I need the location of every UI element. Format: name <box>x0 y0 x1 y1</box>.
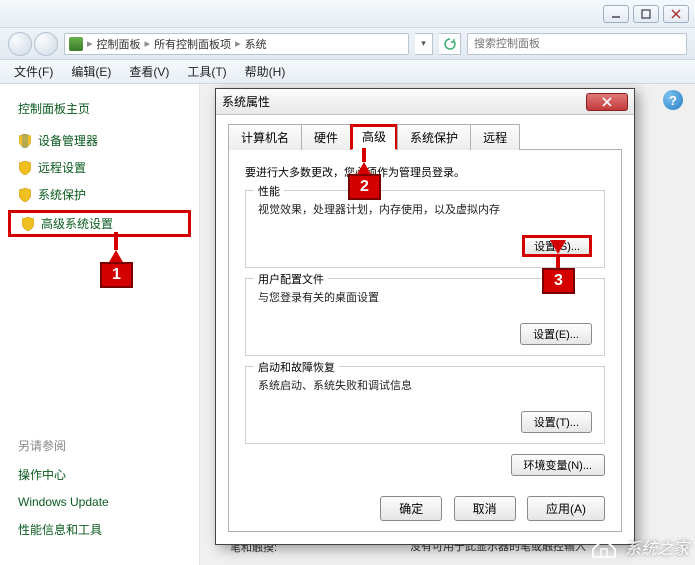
minimize-button[interactable] <box>603 5 629 23</box>
dialog-title: 系统属性 <box>222 93 270 110</box>
shield-icon <box>21 217 35 231</box>
performance-settings-button[interactable]: 设置(S)... <box>522 235 592 257</box>
cancel-button[interactable]: 取消 <box>454 496 516 521</box>
breadcrumb-seg[interactable]: 所有控制面板项 <box>150 36 235 52</box>
sidebar-item-label: 高级系统设置 <box>41 215 113 232</box>
menu-tools[interactable]: 工具(T) <box>187 63 226 80</box>
startup-title: 启动和故障恢复 <box>254 359 339 375</box>
dialog-tabs: 计算机名 硬件 高级 系统保护 远程 <box>228 123 622 150</box>
system-properties-dialog: 系统属性 计算机名 硬件 高级 系统保护 远程 要进行大多数更改，您必须作为管理… <box>215 88 635 545</box>
ok-button[interactable]: 确定 <box>380 496 442 521</box>
tab-remote[interactable]: 远程 <box>470 124 520 150</box>
maximize-button[interactable] <box>633 5 659 23</box>
performance-title: 性能 <box>254 183 284 199</box>
sidebar-item-protection[interactable]: 系统保护 <box>0 181 199 208</box>
breadcrumb-seg[interactable]: 控制面板 <box>93 36 145 52</box>
sidebar-item-label: 远程设置 <box>38 159 86 176</box>
menu-file[interactable]: 文件(F) <box>14 63 53 80</box>
watermark: 系统之家 <box>589 535 689 559</box>
profile-group: 用户配置文件 与您登录有关的桌面设置 设置(E)... <box>245 278 605 356</box>
back-button[interactable] <box>8 32 32 56</box>
startup-desc: 系统启动、系统失败和调试信息 <box>258 377 592 393</box>
apply-button[interactable]: 应用(A) <box>527 496 605 521</box>
tab-computer-name[interactable]: 计算机名 <box>228 124 302 150</box>
tab-system-protection[interactable]: 系统保护 <box>397 124 471 150</box>
house-icon <box>589 535 619 559</box>
sidebar-item-advanced[interactable]: 高级系统设置 <box>8 210 191 237</box>
profile-title: 用户配置文件 <box>254 271 328 287</box>
admin-notice: 要进行大多数更改，您必须作为管理员登录。 <box>245 164 605 180</box>
dialog-titlebar: 系统属性 <box>216 89 634 115</box>
dialog-close-button[interactable] <box>586 93 628 111</box>
startup-group: 启动和故障恢复 系统启动、系统失败和调试信息 设置(T)... <box>245 366 605 444</box>
breadcrumb[interactable]: ▸ 控制面板▸ 所有控制面板项▸ 系统 <box>64 33 409 55</box>
tab-hardware[interactable]: 硬件 <box>301 124 351 150</box>
breadcrumb-dropdown[interactable]: ▾ <box>415 33 433 55</box>
shield-icon <box>18 188 32 202</box>
shield-icon <box>18 161 32 175</box>
seealso-performance[interactable]: 性能信息和工具 <box>18 515 181 544</box>
help-icon[interactable]: ? <box>663 90 683 110</box>
seealso-action-center[interactable]: 操作中心 <box>18 460 181 489</box>
seealso-windows-update[interactable]: Windows Update <box>18 489 181 515</box>
menu-view[interactable]: 查看(V) <box>129 63 169 80</box>
profile-desc: 与您登录有关的桌面设置 <box>258 289 592 305</box>
address-bar: ▸ 控制面板▸ 所有控制面板项▸ 系统 ▾ <box>0 28 695 60</box>
menu-help[interactable]: 帮助(H) <box>245 63 286 80</box>
sidebar-item-device-manager[interactable]: 设备管理器 <box>0 127 199 154</box>
close-window-button[interactable] <box>663 5 689 23</box>
profile-settings-button[interactable]: 设置(E)... <box>520 323 592 345</box>
performance-group: 性能 视觉效果，处理器计划，内存使用，以及虚拟内存 设置(S)... <box>245 190 605 268</box>
startup-settings-button[interactable]: 设置(T)... <box>521 411 592 433</box>
shield-icon <box>18 134 32 148</box>
refresh-button[interactable] <box>439 33 461 55</box>
sidebar-item-remote[interactable]: 远程设置 <box>0 154 199 181</box>
search-input[interactable] <box>467 33 687 55</box>
sidebar: 控制面板主页 设备管理器 远程设置 系统保护 高级系统设置 另请参阅 操作中心 … <box>0 84 200 565</box>
tab-advanced[interactable]: 高级 <box>350 124 398 150</box>
sidebar-home[interactable]: 控制面板主页 <box>0 96 199 127</box>
window-titlebar <box>0 0 695 28</box>
sidebar-item-label: 系统保护 <box>38 186 86 203</box>
forward-button[interactable] <box>34 32 58 56</box>
sidebar-item-label: 设备管理器 <box>38 132 98 149</box>
seealso-title: 另请参阅 <box>18 437 181 454</box>
performance-desc: 视觉效果，处理器计划，内存使用，以及虚拟内存 <box>258 201 592 217</box>
menu-bar: 文件(F) 编辑(E) 查看(V) 工具(T) 帮助(H) <box>0 60 695 84</box>
breadcrumb-seg[interactable]: 系统 <box>241 36 271 52</box>
menu-edit[interactable]: 编辑(E) <box>71 63 111 80</box>
control-panel-icon <box>69 37 83 51</box>
environment-variables-button[interactable]: 环境变量(N)... <box>511 454 605 476</box>
